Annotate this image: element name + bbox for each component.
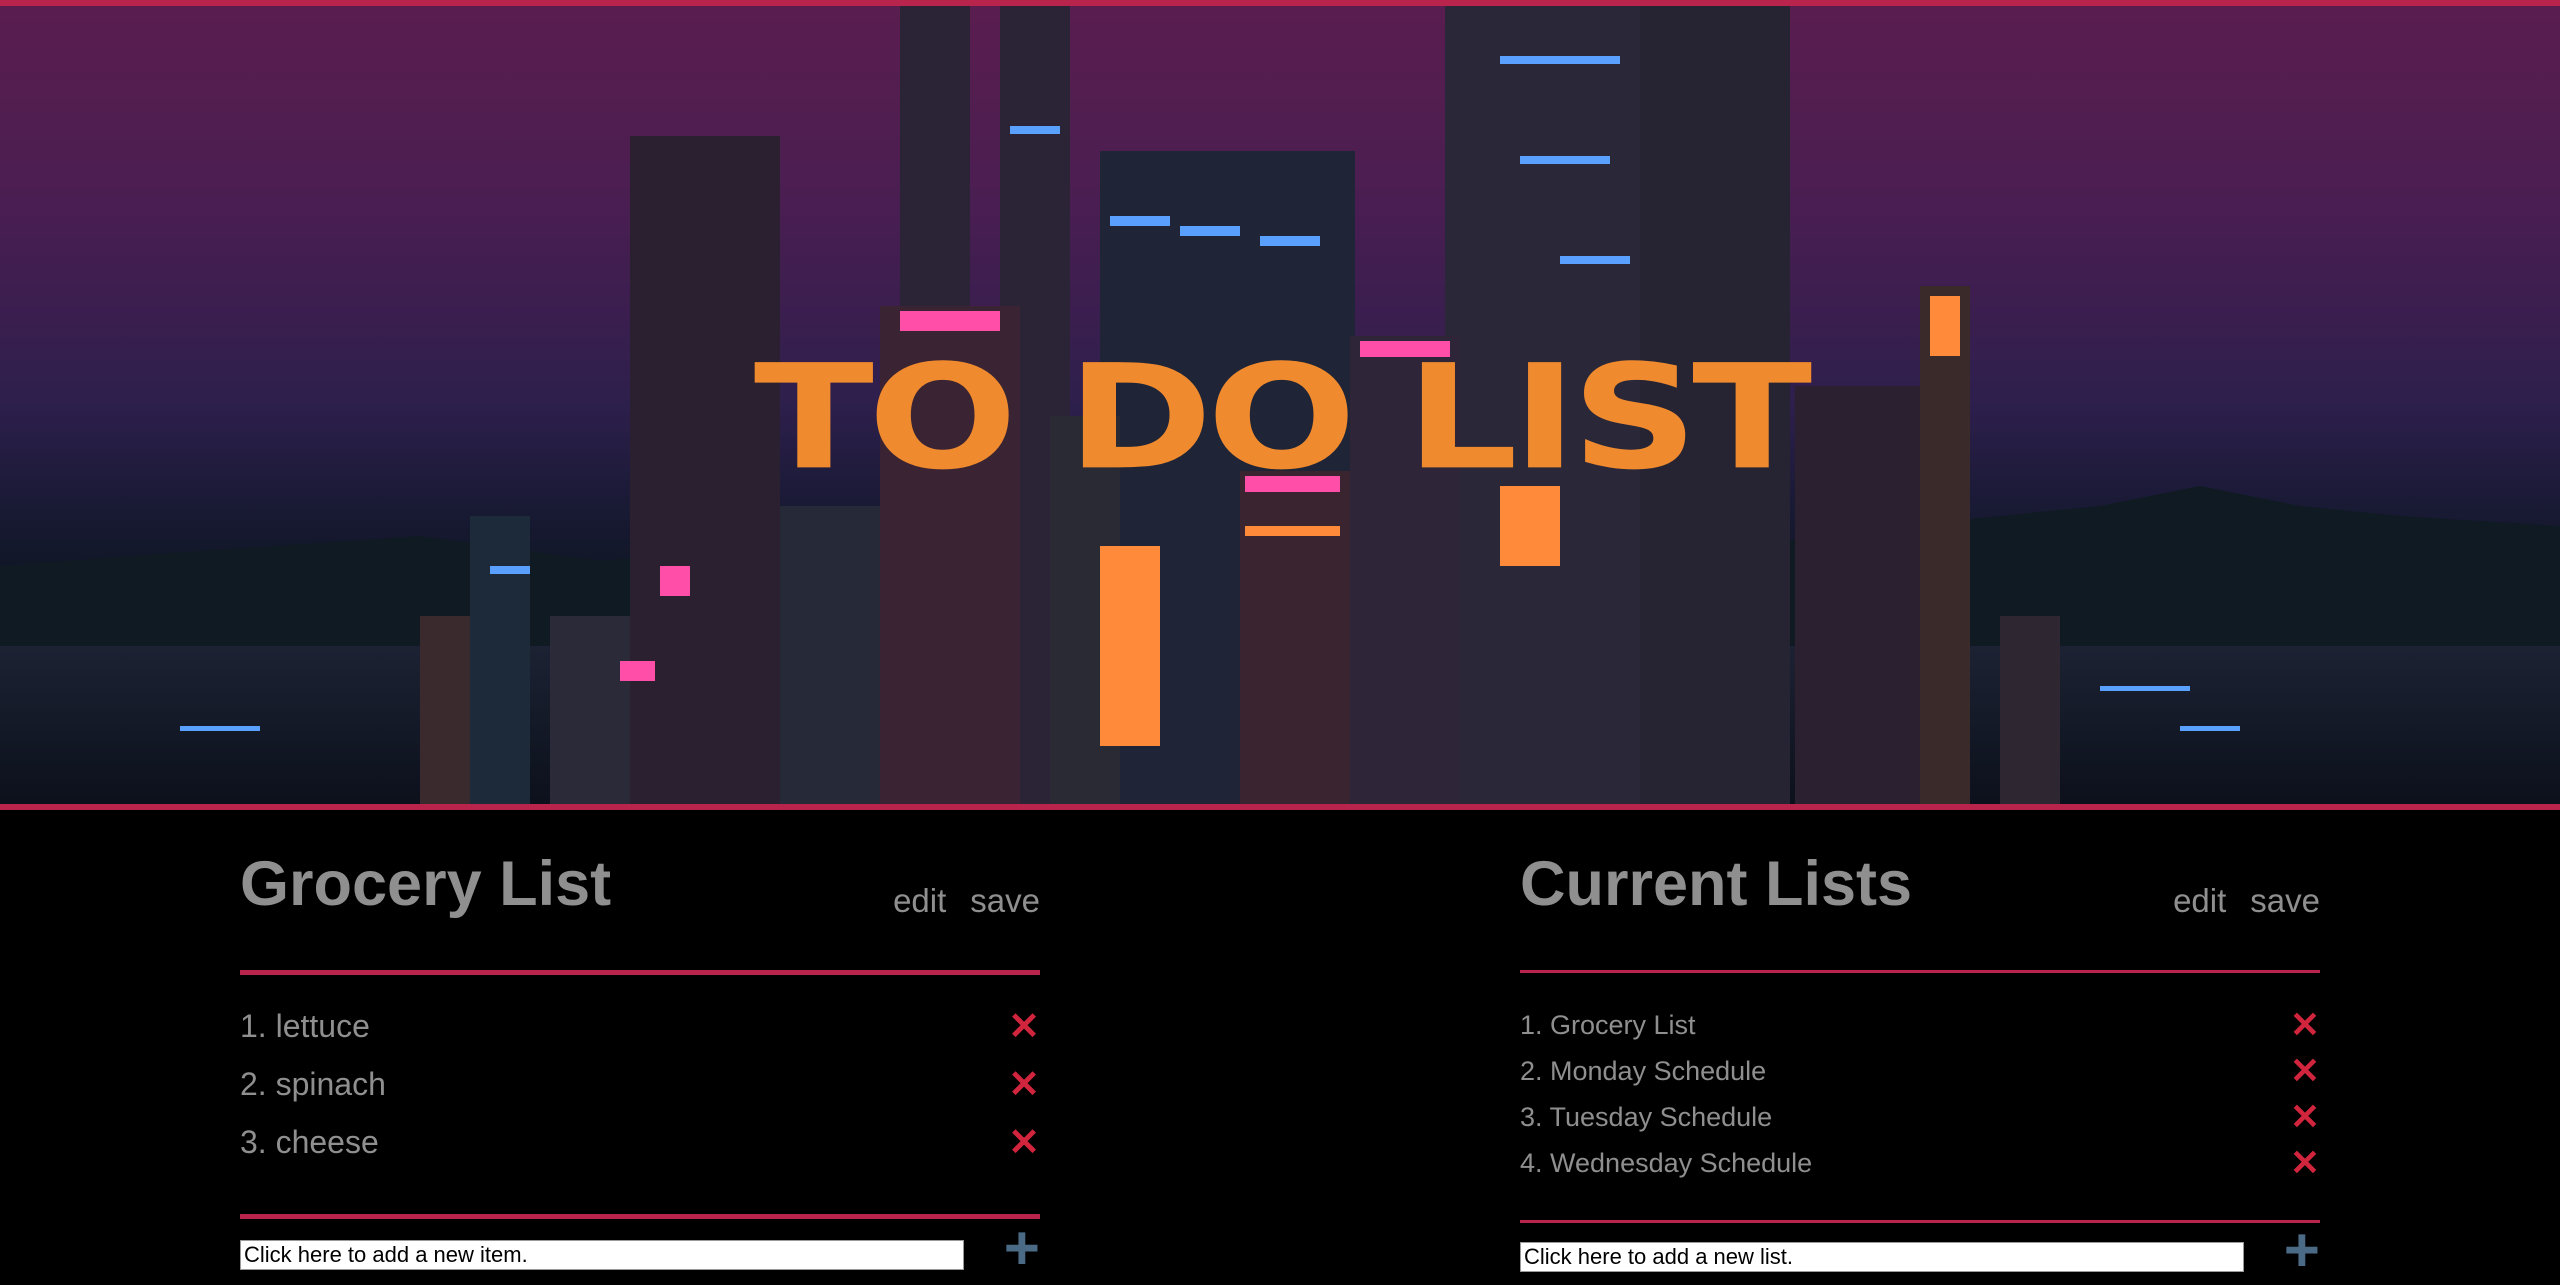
item-label: 3. cheese [240, 1124, 379, 1160]
current-lists-title: Current Lists [1520, 849, 1913, 919]
current-lists-items: 1. Grocery List ✕ 2. Monday Schedule ✕ 3… [1520, 1004, 2320, 1194]
page-title: TO DO LIST [753, 333, 1812, 502]
item-label: 3. Tuesday Schedule [1520, 1102, 1773, 1132]
divider-bottom [1520, 1220, 2320, 1223]
grocery-items: 1. lettuce ✕ 2. spinach ✕ 3. cheese ✕ [240, 1006, 1040, 1182]
item-label: 2. spinach [240, 1066, 386, 1102]
divider-top [240, 970, 1040, 975]
hero-banner: TO DO LIST [0, 0, 2560, 810]
list-item[interactable]: 1. Grocery List ✕ [1520, 1004, 2320, 1056]
list-item: 2. spinach ✕ [240, 1064, 1040, 1124]
list-item: 3. cheese ✕ [240, 1122, 1040, 1182]
close-icon[interactable]: ✕ [2290, 1050, 2320, 1092]
list-item: 1. lettuce ✕ [240, 1006, 1040, 1066]
list-item[interactable]: 3. Tuesday Schedule ✕ [1520, 1096, 2320, 1148]
plus-icon[interactable]: + [1004, 1218, 1040, 1280]
divider-top [1520, 970, 2320, 973]
close-icon[interactable]: ✕ [2290, 1096, 2320, 1138]
close-icon[interactable]: ✕ [1008, 1120, 1040, 1165]
current-lists-actions: edit save [2149, 882, 2320, 920]
item-label: 1. lettuce [240, 1008, 370, 1044]
list-item[interactable]: 4. Wednesday Schedule ✕ [1520, 1142, 2320, 1194]
grocery-list-actions: edit save [869, 882, 1040, 920]
close-icon[interactable]: ✕ [1008, 1062, 1040, 1107]
add-list-input[interactable] [1520, 1242, 2244, 1272]
edit-button[interactable]: edit [893, 882, 946, 919]
list-item[interactable]: 2. Monday Schedule ✕ [1520, 1050, 2320, 1102]
save-button[interactable]: save [2250, 882, 2320, 919]
grocery-list-title: Grocery List [240, 849, 612, 919]
item-label: 4. Wednesday Schedule [1520, 1148, 1813, 1178]
item-label: 1. Grocery List [1520, 1010, 1696, 1040]
item-label: 2. Monday Schedule [1520, 1056, 1767, 1086]
close-icon[interactable]: ✕ [2290, 1004, 2320, 1046]
close-icon[interactable]: ✕ [1008, 1004, 1040, 1049]
close-icon[interactable]: ✕ [2290, 1142, 2320, 1184]
edit-button[interactable]: edit [2173, 882, 2226, 919]
add-item-input[interactable] [240, 1240, 964, 1270]
divider-bottom [240, 1214, 1040, 1219]
plus-icon[interactable]: + [2284, 1220, 2320, 1282]
save-button[interactable]: save [970, 882, 1040, 919]
